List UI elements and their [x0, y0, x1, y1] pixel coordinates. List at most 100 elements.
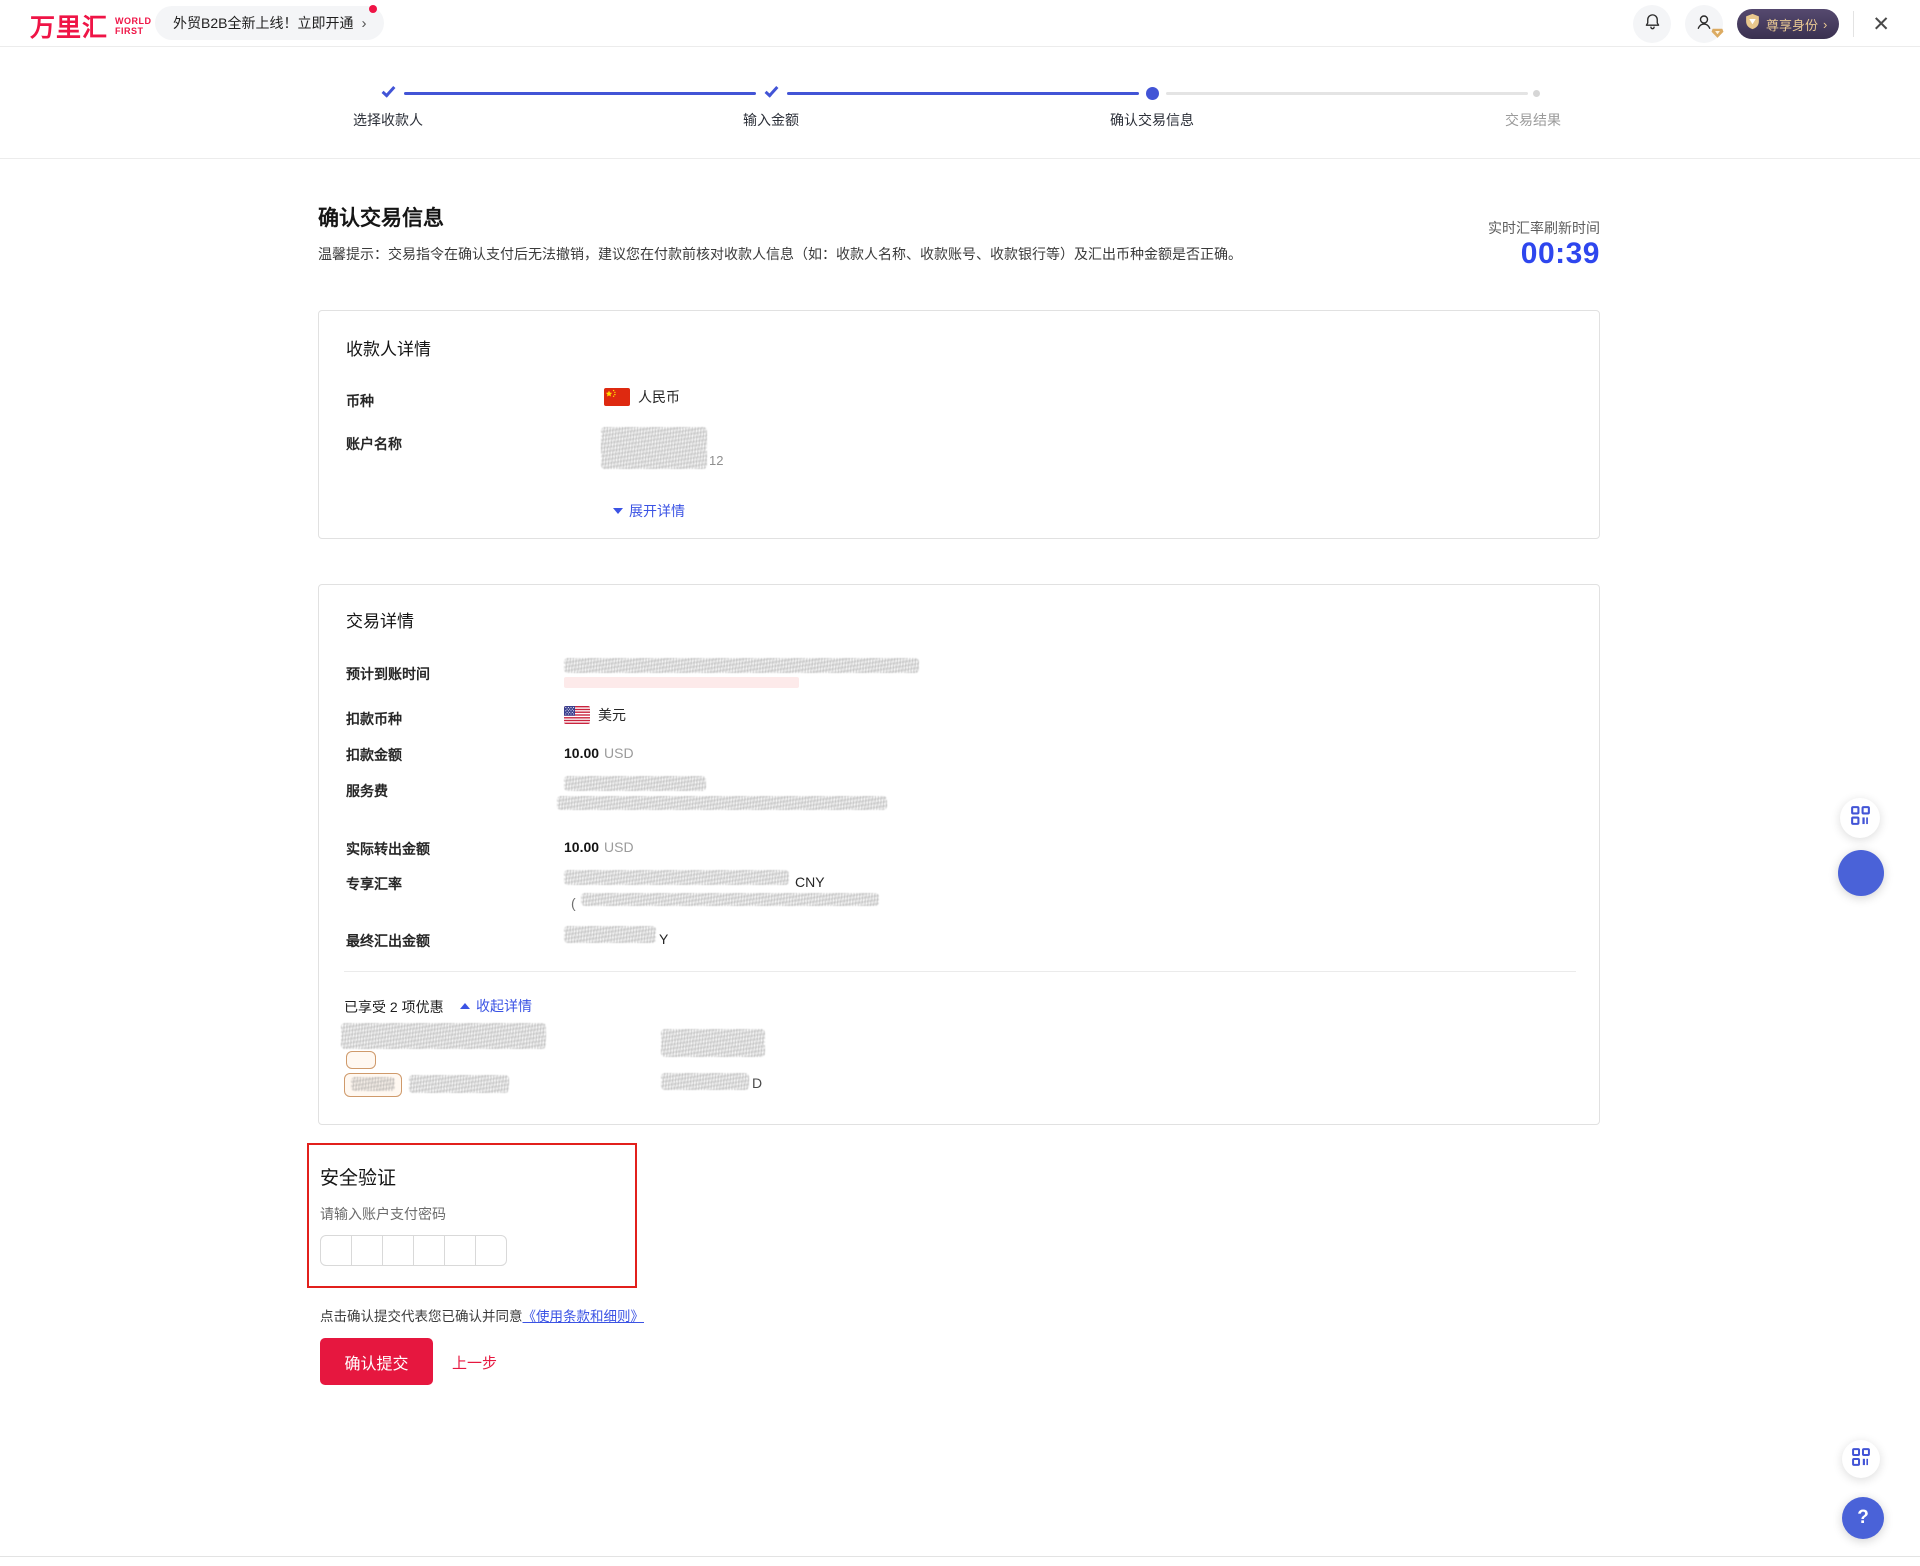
- step1-check-icon: [382, 83, 396, 97]
- worldfirst-confirm-page: 万里汇 WORLD FIRST 外贸B2B全新上线！立即开通 ›: [0, 0, 1920, 1566]
- promo1-value-redacted: [661, 1029, 765, 1057]
- pin-box-4[interactable]: [413, 1235, 445, 1266]
- top-bar: 万里汇 WORLD FIRST 外贸B2B全新上线！立即开通 ›: [0, 0, 1920, 47]
- transaction-details-card: 交易详情 预计到账时间 扣款币种 美元 扣款金额 10.00 USD 服务费 实…: [318, 584, 1600, 1125]
- collapse-details-text: 收起详情: [476, 996, 532, 1016]
- exchange-rate-note-prefix: (: [571, 895, 576, 911]
- step2-check-icon: [765, 83, 779, 97]
- final-amount-label: 最终汇出金额: [346, 931, 430, 951]
- debit-currency-text: 美元: [598, 705, 626, 725]
- logo-cn-text: 万里汇: [30, 8, 108, 44]
- collapse-details-link[interactable]: 收起详情: [460, 996, 532, 1016]
- service-fee-redacted: [557, 796, 887, 810]
- confirm-submit-button[interactable]: 确认提交: [320, 1338, 433, 1385]
- security-title: 安全验证: [320, 1163, 396, 1190]
- terms-link[interactable]: 《使用条款和细则》: [523, 1309, 645, 1324]
- expand-details-link[interactable]: 展开详情: [613, 501, 685, 521]
- currency-label: 币种: [346, 391, 374, 411]
- caret-up-icon: [460, 1003, 470, 1009]
- exchange-rate-label: 专享汇率: [346, 874, 402, 894]
- vip-label: 尊享身份: [1766, 15, 1818, 34]
- debit-amount-value: 10.00 USD: [564, 745, 634, 761]
- qr-code-icon: [1852, 1448, 1870, 1471]
- b2b-promo-banner[interactable]: 外贸B2B全新上线！立即开通 ›: [155, 6, 384, 40]
- exchange-rate-suffix: CNY: [795, 874, 825, 890]
- progress-segment-upcoming: [1166, 92, 1528, 95]
- progress-segment: [787, 92, 1139, 95]
- chevron-right-icon: ›: [1823, 17, 1827, 32]
- account-name-suffix: 12: [709, 453, 723, 468]
- debit-amount-number: 10.00: [564, 745, 599, 761]
- exchange-rate-redacted: [564, 870, 789, 885]
- page-title: 确认交易信息: [318, 202, 444, 232]
- rate-refresh-label: 实时汇率刷新时间: [1488, 218, 1600, 238]
- currency-value: 人民币: [604, 387, 680, 407]
- step-label-confirm-info: 确认交易信息: [1062, 110, 1242, 130]
- promo2-value-redacted: [661, 1073, 749, 1090]
- progress-stepper: 选择收款人 输入金额 确认交易信息 交易结果: [0, 47, 1920, 159]
- step-label-result: 交易结果: [1443, 110, 1623, 130]
- qr-code-icon: [1851, 806, 1870, 830]
- promo-summary: 已享受 2 项优惠: [344, 997, 444, 1017]
- us-flag-icon: [564, 706, 590, 724]
- service-fee-label: 服务费: [346, 781, 388, 801]
- debit-amount-label: 扣款金额: [346, 745, 402, 765]
- account-name-redacted: [601, 427, 707, 469]
- debit-currency-label: 扣款币种: [346, 709, 402, 729]
- final-amount-redacted: [564, 926, 656, 943]
- qr-code-button[interactable]: [1842, 1440, 1880, 1478]
- bell-icon: [1643, 12, 1662, 37]
- debit-currency-value: 美元: [564, 705, 626, 725]
- eta-redacted: [564, 658, 919, 673]
- pin-box-3[interactable]: [382, 1235, 414, 1266]
- promo2-description-redacted: [409, 1075, 509, 1093]
- vip-status-pill[interactable]: 尊享身份 ›: [1737, 9, 1839, 39]
- security-hint: 请输入账户支付密码: [320, 1204, 446, 1224]
- promo2-value-suffix: D: [752, 1075, 762, 1091]
- actual-amount-number: 10.00: [564, 839, 599, 855]
- step4-future-dot: [1533, 90, 1540, 97]
- promo2-tag-redacted: [351, 1077, 395, 1091]
- pin-box-6[interactable]: [475, 1235, 507, 1266]
- chevron-right-icon: ›: [361, 15, 366, 32]
- service-fee-redacted: [564, 776, 706, 791]
- debit-amount-currency: USD: [604, 745, 634, 761]
- rate-refresh-timer: 00:39: [1521, 237, 1600, 271]
- promo1-description-redacted: [341, 1023, 546, 1049]
- eta-highlight: [564, 677, 799, 688]
- step3-current-dot: [1146, 87, 1159, 100]
- actual-amount-value: 10.00 USD: [564, 839, 634, 855]
- card-divider: [344, 971, 1576, 972]
- qr-code-button[interactable]: [1840, 798, 1880, 838]
- pin-box-5[interactable]: [444, 1235, 476, 1266]
- transaction-card-title: 交易详情: [346, 607, 414, 632]
- agreement-text: 点击确认提交代表您已确认并同意: [320, 1309, 523, 1324]
- notifications-button[interactable]: [1633, 5, 1671, 43]
- eta-label: 预计到账时间: [346, 664, 430, 684]
- assistant-button[interactable]: [1838, 850, 1884, 896]
- banner-text: 外贸B2B全新上线！立即开通: [173, 13, 353, 33]
- currency-text: 人民币: [638, 387, 680, 407]
- help-button[interactable]: ?: [1842, 1497, 1884, 1539]
- previous-step-link[interactable]: 上一步: [452, 1352, 497, 1373]
- notice-text: 温馨提示：交易指令在确认支付后无法撤销，建议您在付款前核对收款人信息（如：收款人…: [318, 243, 1310, 266]
- close-button[interactable]: ✕: [1868, 12, 1894, 37]
- progress-segment: [404, 92, 756, 95]
- vip-gem-icon: [1744, 13, 1761, 35]
- step-label-select-payee: 选择收款人: [298, 110, 478, 130]
- gold-member-badge-icon: [1711, 26, 1724, 44]
- header-divider: [1853, 11, 1854, 37]
- worldfirst-logo[interactable]: 万里汇 WORLD FIRST: [30, 8, 152, 44]
- pin-box-1[interactable]: [320, 1235, 352, 1266]
- account-button[interactable]: [1685, 5, 1723, 43]
- payee-details-card: 收款人详情 币种 人民币 账户名称 12 展开详情: [318, 310, 1600, 539]
- page-bottom-edge: [0, 1556, 1920, 1557]
- payment-password-input: [320, 1235, 507, 1266]
- cn-flag-icon: [604, 388, 630, 406]
- pin-box-2[interactable]: [351, 1235, 383, 1266]
- notification-dot: [369, 5, 377, 13]
- actual-amount-currency: USD: [604, 839, 634, 855]
- payee-card-title: 收款人详情: [346, 335, 431, 360]
- exchange-rate-note-redacted: [581, 893, 879, 906]
- final-amount-suffix: Y: [659, 931, 668, 947]
